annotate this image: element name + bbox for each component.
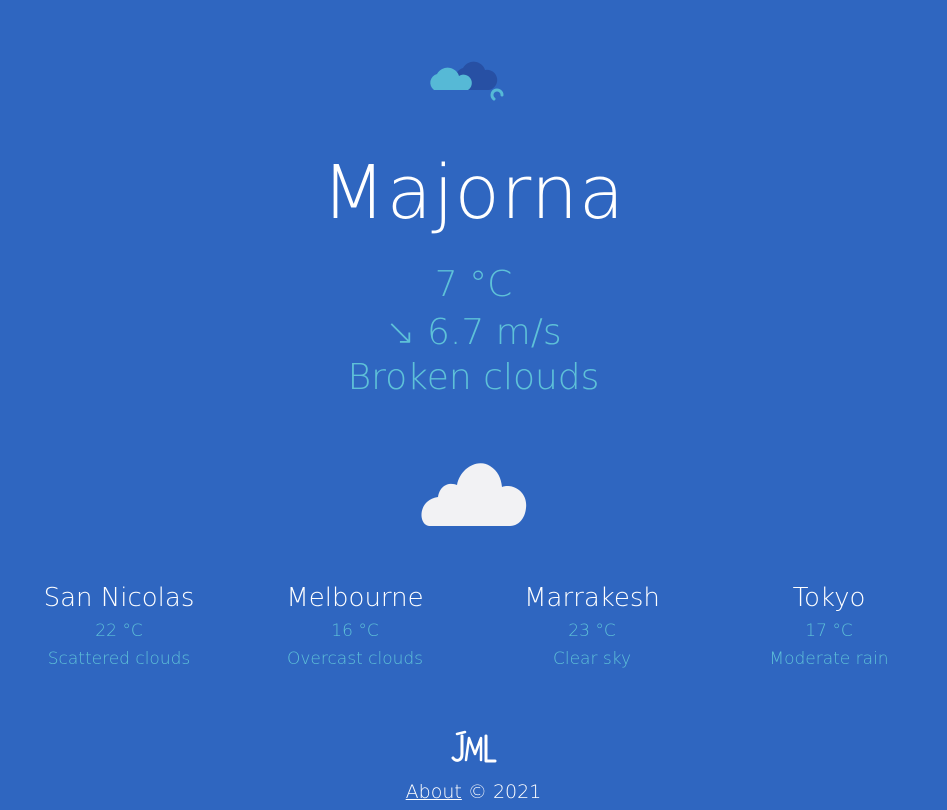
current-wind: ↘ 6.7 m/s: [385, 312, 562, 353]
city-name: Marrakesh: [524, 583, 660, 613]
city-temperature: 23 °C: [568, 621, 616, 641]
city-description: Scattered clouds: [47, 649, 191, 669]
current-city-name: Majorna: [321, 150, 626, 236]
city-name: San Nicolas: [43, 583, 195, 613]
jml-logo-icon: [451, 730, 497, 763]
city-temperature: 22 °C: [95, 621, 143, 641]
city-card-tokyo[interactable]: Tokyo 17 °C Moderate rain: [709, 578, 947, 674]
city-description: Moderate rain: [769, 649, 889, 669]
city-temperature: 16 °C: [331, 621, 379, 641]
copyright-text: © 2021: [467, 781, 542, 803]
city-name: Tokyo: [792, 583, 866, 613]
city-card-marrakesh[interactable]: Marrakesh 23 °C Clear sky: [472, 578, 712, 674]
footer: About © 2021: [0, 778, 947, 806]
city-description: Overcast clouds: [286, 649, 424, 669]
city-description: Clear sky: [552, 649, 632, 669]
cloud-icon: [421, 463, 527, 526]
city-list: San Nicolas 22 °C Scattered clouds Melbo…: [0, 578, 947, 678]
city-temperature: 17 °C: [805, 621, 853, 641]
city-card-melbourne[interactable]: Melbourne 16 °C Overcast clouds: [235, 578, 475, 674]
city-name: Melbourne: [286, 583, 424, 613]
city-card-san-nicolas[interactable]: San Nicolas 22 °C Scattered clouds: [0, 578, 239, 674]
cloud-logo-icon: [430, 61, 504, 101]
about-link[interactable]: About: [406, 781, 462, 803]
current-temperature: 7 °C: [434, 264, 513, 305]
current-description: Broken clouds: [347, 357, 600, 398]
